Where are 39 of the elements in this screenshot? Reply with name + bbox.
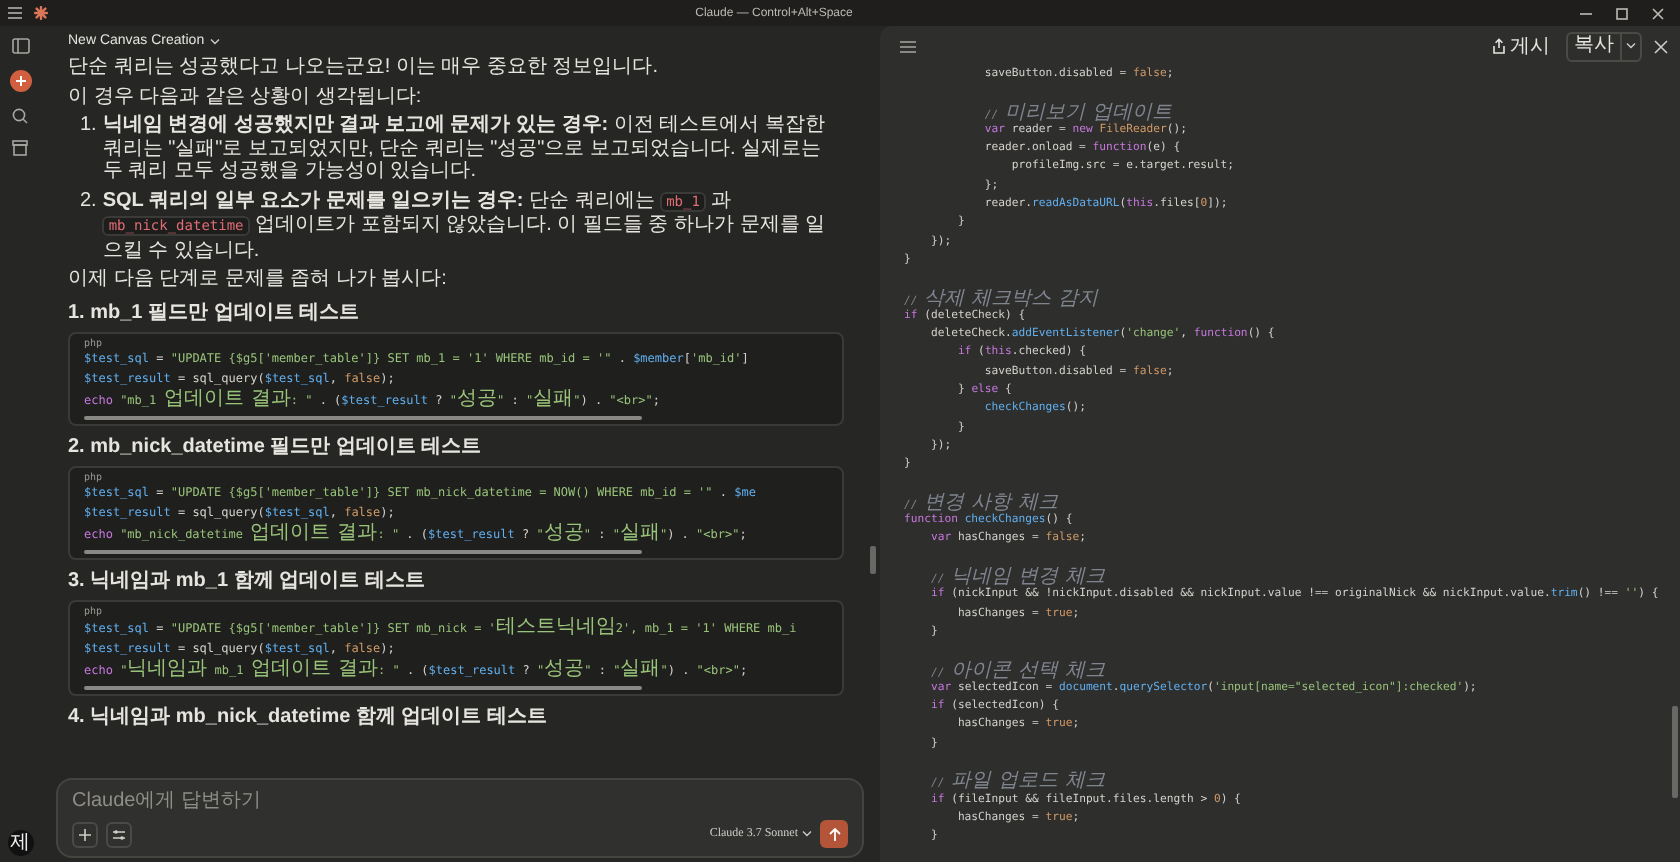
asterisk-logo-icon [34, 6, 48, 20]
horizontal-scrollbar[interactable] [84, 415, 642, 419]
close-button[interactable] [1654, 39, 1668, 53]
section-heading: 3. 닉네임과 mb_1 함께 업데이트 테스트 [68, 569, 427, 593]
share-icon [1492, 38, 1506, 54]
publish-button[interactable]: 게시 [1488, 32, 1554, 60]
menu-icon[interactable] [8, 6, 22, 20]
minimize-icon[interactable] [1580, 7, 1592, 19]
chevron-down-icon [1626, 42, 1636, 50]
message-paragraph: 이 경우 다음과 같은 상황이 생각됩니다: [68, 85, 424, 108]
tools-button[interactable] [106, 821, 132, 847]
copy-options-button[interactable] [1620, 33, 1640, 59]
archive-icon[interactable] [12, 140, 28, 156]
message-paragraph: 단순 쿼리는 성공했다고 나오는군요! 이는 매우 중요한 정보입니다. [68, 56, 661, 79]
horizontal-scrollbar[interactable] [84, 549, 642, 553]
chevron-down-icon[interactable] [210, 37, 221, 45]
message-paragraph: 이제 다음 단계로 문제를 좁혀 나가 봅시다: [68, 268, 449, 291]
section-heading: 2. mb_nick_datetime 필드만 업데이트 테스트 [68, 435, 484, 459]
send-button[interactable] [820, 820, 848, 848]
maximize-icon[interactable] [1616, 7, 1628, 19]
sidebar-toggle-icon[interactable] [11, 38, 29, 54]
plus-icon [78, 827, 92, 841]
new-chat-icon[interactable] [9, 70, 31, 92]
attach-button[interactable] [72, 821, 98, 847]
scrollbar-thumb[interactable] [870, 546, 876, 574]
chevron-down-icon [802, 830, 812, 838]
user-avatar[interactable]: 제 [7, 830, 33, 856]
horizontal-scrollbar[interactable] [84, 685, 642, 689]
list-number: 1. [80, 114, 97, 140]
arrow-up-icon [827, 827, 841, 841]
section-heading: 4. 닉네임과 mb_nick_datetime 함께 업데이트 테스트 [68, 705, 549, 729]
close-icon[interactable] [1652, 7, 1664, 19]
list-number: 2. [80, 189, 97, 215]
close-icon [1654, 39, 1668, 53]
sliders-icon [112, 827, 126, 841]
section-heading: 1. mb_1 필드만 업데이트 테스트 [68, 301, 362, 325]
list-item-text: 닉네임 변경에 성공했지만 결과 보고에 문제가 있는 경우: 이전 테스트에서 복잡한 쿼리는 "실패"로 보고되었지만, 단순 쿼리는 "성공"으로 보고되었습니다. 실제로는 두 쿼리 모두 성공했을 가능성이 있습니다. [102, 114, 827, 183]
list-icon[interactable] [900, 39, 916, 53]
scrollbar-thumb[interactable] [1672, 706, 1678, 798]
